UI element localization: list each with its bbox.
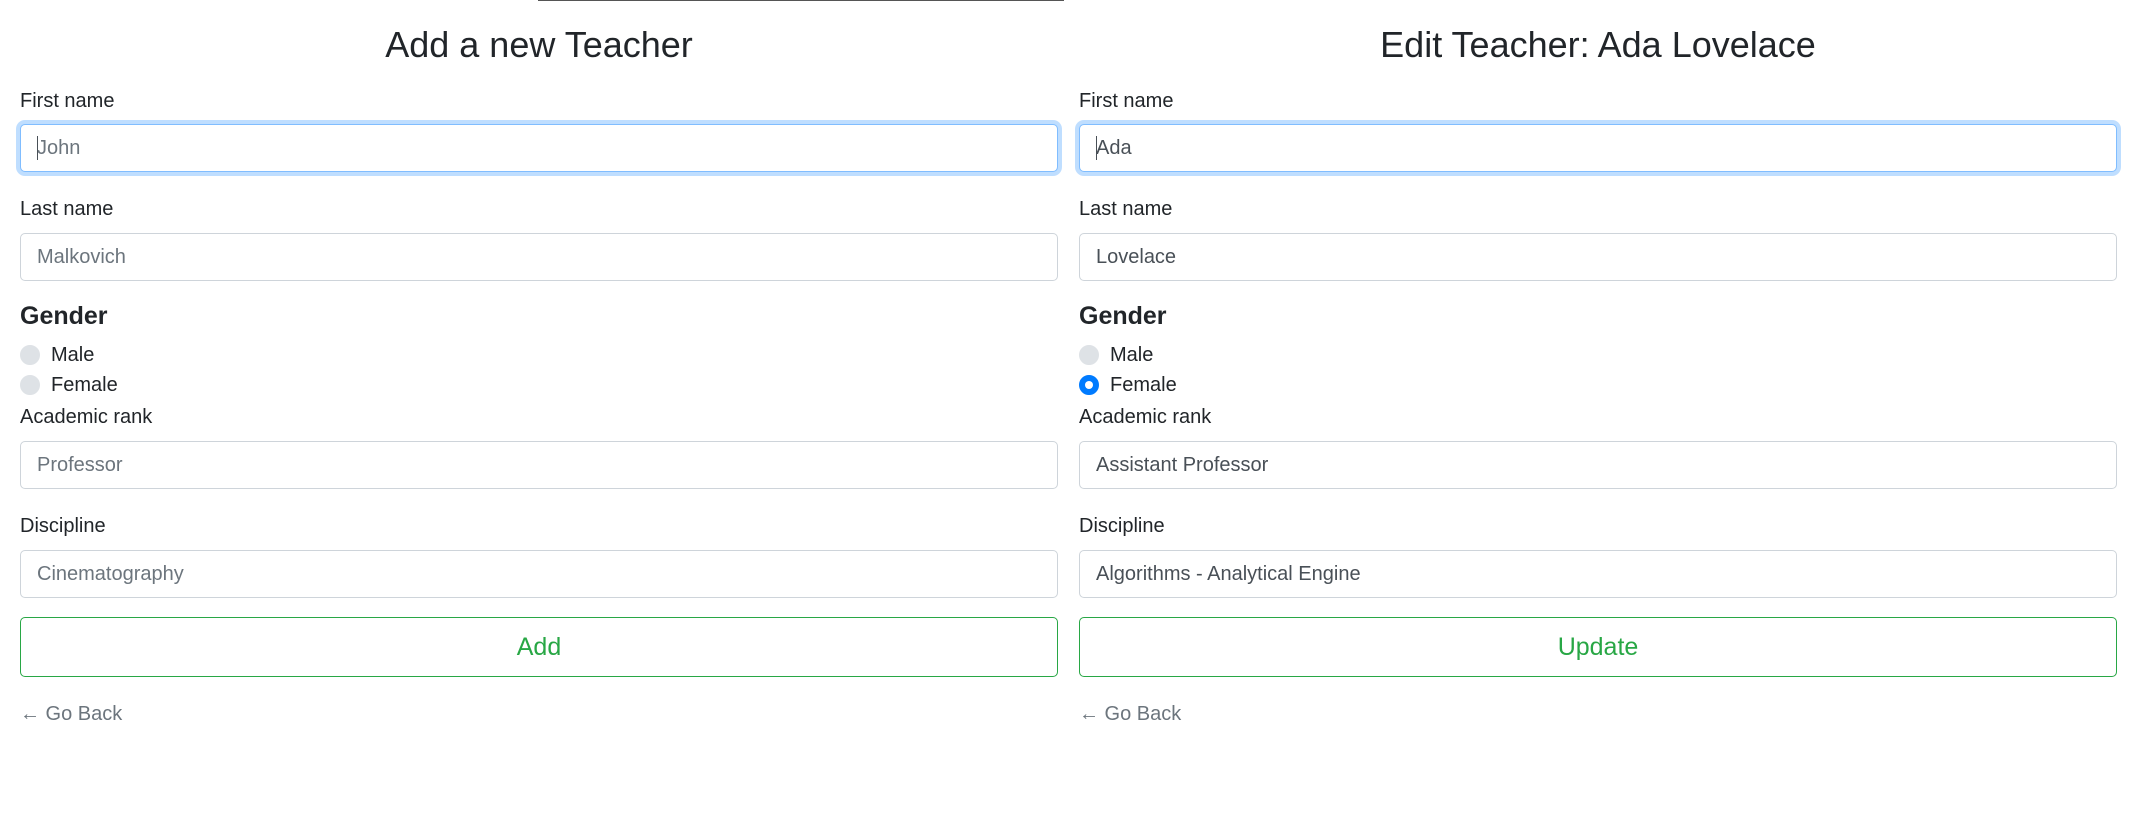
gender-heading: Gender <box>1079 302 1167 330</box>
radio-button[interactable] <box>20 345 40 365</box>
first-name-input[interactable] <box>1079 124 2117 172</box>
radio-label: Male <box>51 343 95 366</box>
gender-option-female[interactable]: Female <box>1079 371 1177 399</box>
gender-option-female[interactable]: Female <box>20 371 118 399</box>
text-caret <box>37 136 38 160</box>
radio-button[interactable] <box>20 375 40 395</box>
radio-button[interactable] <box>1079 345 1099 365</box>
first-name-label: First name <box>1079 90 1174 112</box>
last-name-input[interactable] <box>1079 233 2117 281</box>
add-button[interactable]: Add <box>20 617 1058 677</box>
go-back-link[interactable]: ← Go Back <box>20 701 122 727</box>
top-divider <box>538 0 1064 1</box>
edit-form-title: Edit Teacher: Ada Lovelace <box>1380 24 1816 65</box>
text-caret <box>1096 136 1097 160</box>
gender-option-male[interactable]: Male <box>20 341 94 369</box>
academic-rank-input[interactable] <box>1079 441 2117 489</box>
first-name-label: First name <box>20 90 115 112</box>
last-name-label: Last name <box>20 198 114 220</box>
go-back-link[interactable]: ← Go Back <box>1079 701 1181 727</box>
radio-label: Female <box>51 373 118 396</box>
gender-heading: Gender <box>20 302 108 330</box>
radio-label: Female <box>1110 373 1177 396</box>
discipline-label: Discipline <box>20 515 106 537</box>
discipline-input[interactable] <box>20 550 1058 598</box>
add-form-title: Add a new Teacher <box>385 24 693 65</box>
update-button[interactable]: Update <box>1079 617 2117 677</box>
discipline-input[interactable] <box>1079 550 2117 598</box>
academic-rank-label: Academic rank <box>20 406 153 428</box>
academic-rank-input[interactable] <box>20 441 1058 489</box>
gender-option-male[interactable]: Male <box>1079 341 1153 369</box>
discipline-label: Discipline <box>1079 515 1165 537</box>
radio-button-checked[interactable] <box>1079 375 1099 395</box>
last-name-label: Last name <box>1079 198 1173 220</box>
radio-label: Male <box>1110 343 1154 366</box>
first-name-input[interactable] <box>20 124 1058 172</box>
last-name-input[interactable] <box>20 233 1058 281</box>
academic-rank-label: Academic rank <box>1079 406 1212 428</box>
